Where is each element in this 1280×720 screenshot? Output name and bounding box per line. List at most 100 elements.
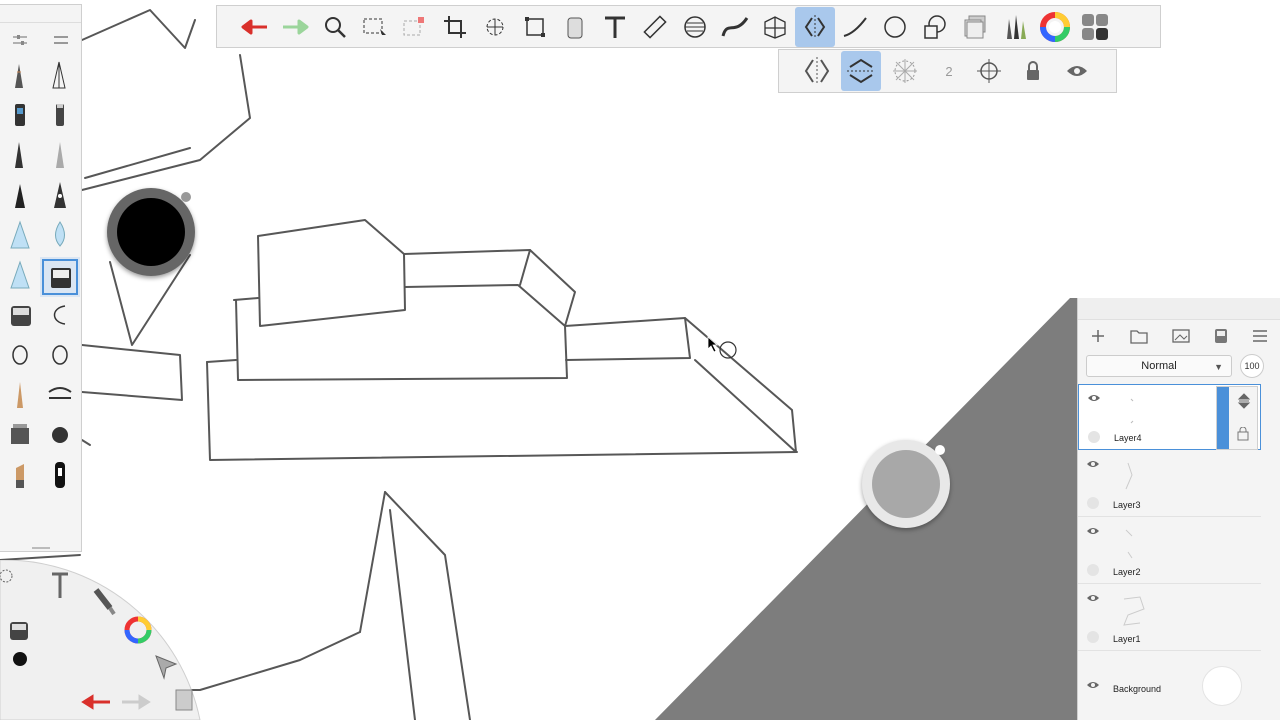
brush-slot[interactable] [0,297,40,337]
brush-slot[interactable] [0,417,40,457]
brush-slot[interactable] [0,337,40,377]
zoom-button[interactable] [315,7,355,47]
layer-item-layer3[interactable]: Layer3 [1078,451,1261,517]
color-puck[interactable] [107,188,195,276]
brush-slot[interactable] [0,257,40,297]
background-color-swatch[interactable] [1202,666,1242,706]
brush-opacity-slider-icon[interactable] [52,33,70,47]
undo-button[interactable] [235,7,275,47]
shape-button[interactable] [915,7,955,47]
perspective-icon [764,15,786,39]
brush-slot[interactable] [40,217,80,257]
save-icon[interactable] [1214,328,1228,344]
brush-slot[interactable] [40,457,80,497]
layer-editor-header[interactable] [1078,298,1280,320]
brush-slot[interactable] [0,97,40,137]
brush-slot[interactable] [0,377,40,417]
color-dot-icon[interactable] [13,652,27,666]
visibility-button[interactable] [1057,51,1097,91]
text-button[interactable] [595,7,635,47]
select-button[interactable] [355,7,395,47]
layer-lock-toggle[interactable] [1087,631,1099,643]
layer-opacity[interactable]: 100 [1240,354,1264,378]
symmetry-x-button[interactable] [797,51,837,91]
eraser-icon[interactable] [10,622,28,640]
fill-button[interactable] [555,7,595,47]
brush-slot[interactable] [40,417,80,457]
brush-palette [0,4,82,552]
center-target-button[interactable] [969,51,1009,91]
circle-shape-button[interactable] [875,7,915,47]
brush-slot[interactable] [0,57,40,97]
pencil-brush-icon [15,63,23,88]
brush-slot[interactable] [40,137,80,177]
brush-size-slider-icon[interactable] [11,33,29,47]
palette-header[interactable] [0,5,81,23]
brush-slot[interactable] [0,457,40,497]
layer-lock-toggle[interactable] [1087,564,1099,576]
brush-slot-inner [5,418,35,457]
perspective-button[interactable] [755,7,795,47]
layers-icon [964,15,986,38]
brush-slot[interactable] [0,177,40,217]
opacity-puck[interactable] [862,440,950,528]
layer-lock-icon[interactable] [1237,427,1249,441]
stroke-button[interactable] [835,7,875,47]
puck-handle [935,445,945,455]
layer-name: Layer4 [1114,433,1142,443]
brush-slot[interactable] [40,177,80,217]
layers-button[interactable] [955,7,995,47]
brush-slot[interactable] [40,97,80,137]
brush-slot[interactable] [0,217,40,257]
symmetry-toolbar: 2 [778,49,1117,93]
radial-symmetry-button[interactable] [885,51,925,91]
brush-slot[interactable] [40,57,80,97]
visibility-eye-icon[interactable] [1087,393,1101,403]
brushes-button[interactable] [995,7,1035,47]
symmetry-button[interactable] [795,6,835,47]
lock-button[interactable] [1013,51,1053,91]
redo-button[interactable] [275,7,315,47]
palette-grid-button[interactable] [1075,7,1115,47]
layer-icon[interactable] [175,689,193,711]
brush-slot[interactable] [40,337,80,377]
pointer-cursor-icon [707,336,737,359]
ellipse-guide-button[interactable] [675,7,715,47]
visibility-eye-icon[interactable] [1086,526,1100,536]
transform-button[interactable] [475,7,515,47]
distort-button[interactable] [515,7,555,47]
lasso-select-button[interactable] [395,7,435,47]
add-layer-icon[interactable] [1090,328,1106,344]
stamp-icon [11,423,29,444]
color-wheel-button[interactable] [1035,7,1075,47]
crop-button[interactable] [435,7,475,47]
palette-resize-handle[interactable] [32,547,50,549]
menu-icon[interactable] [1252,329,1268,343]
dot-brush-icon [52,426,68,443]
layer-item-layer2[interactable]: Layer2 [1078,518,1261,584]
brush-slot[interactable] [40,257,80,297]
french-curve-button[interactable] [715,7,755,47]
layer-opacity-bar[interactable] [1217,387,1229,449]
brush-slot[interactable] [40,377,80,417]
lasso-select-icon [403,16,424,35]
brush-slot-inner [5,138,35,177]
blend-mode-select[interactable]: Normal ▼ [1086,355,1232,377]
radial-symmetry-icon [893,59,917,83]
visibility-eye-icon[interactable] [1086,593,1100,603]
brush-slot[interactable] [40,297,80,337]
brush-slot-inner [45,298,75,337]
image-icon[interactable] [1172,328,1190,344]
visibility-eye-icon[interactable] [1086,459,1100,469]
visibility-eye-icon[interactable] [1086,680,1100,690]
radial-count[interactable]: 2 [929,64,969,79]
brush-slot-inner [45,338,75,377]
layer-move-icon[interactable] [1237,393,1251,409]
symmetry-y-button[interactable] [841,51,881,91]
layer-item-layer1[interactable]: Layer1 [1078,585,1261,651]
layer-lock-toggle[interactable] [1088,431,1100,443]
brush-slot[interactable] [0,137,40,177]
folder-icon[interactable] [1130,328,1148,344]
ruler-button[interactable] [635,7,675,47]
layer-lock-toggle[interactable] [1087,497,1099,509]
